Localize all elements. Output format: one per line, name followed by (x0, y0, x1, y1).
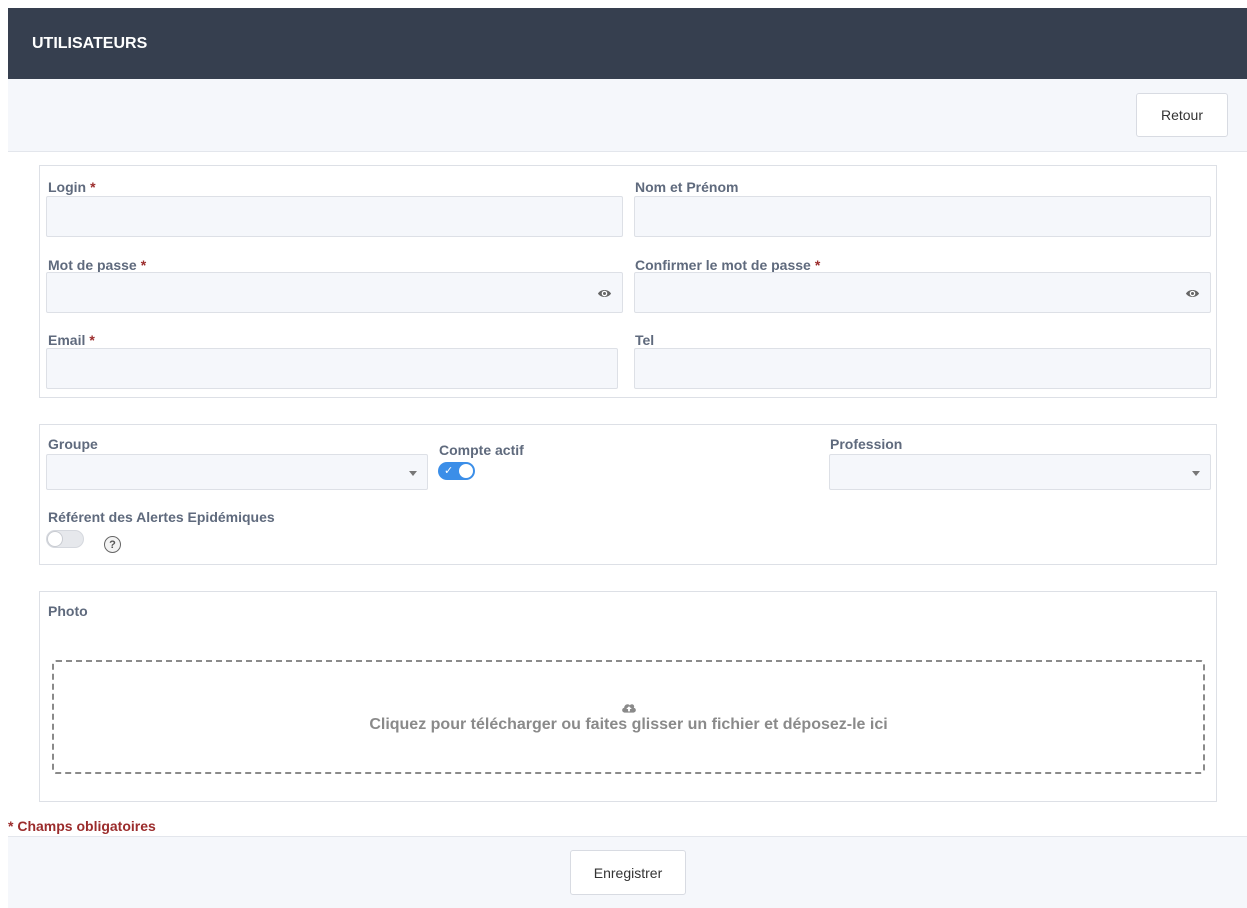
toggle-knob (458, 463, 474, 479)
save-button[interactable]: Enregistrer (570, 850, 686, 895)
confirm-password-input[interactable] (634, 272, 1211, 313)
photo-panel: Photo Cliquez pour télécharger ou faites… (39, 591, 1217, 802)
tel-input[interactable] (634, 348, 1211, 389)
check-icon: ✓ (444, 464, 454, 477)
toolbar: Retour (8, 79, 1247, 152)
password-input[interactable] (46, 272, 623, 313)
required-marker: * (814, 257, 821, 273)
chevron-down-icon (1192, 471, 1200, 476)
tel-label: Tel (635, 332, 655, 348)
profession-select[interactable] (829, 454, 1211, 490)
photo-dropzone[interactable]: Cliquez pour télécharger ou faites gliss… (52, 660, 1205, 774)
page-header: UTILISATEURS (8, 8, 1247, 79)
required-fields-note: * Champs obligatoires (8, 818, 156, 834)
back-button[interactable]: Retour (1136, 93, 1228, 137)
active-label: Compte actif (439, 442, 524, 458)
group-select[interactable] (46, 454, 428, 490)
profession-label: Profession (830, 436, 903, 452)
login-label: Login * (48, 179, 96, 195)
required-marker: * (90, 179, 96, 195)
dropzone-text: Cliquez pour télécharger ou faites gliss… (369, 716, 888, 733)
required-marker: * (89, 332, 95, 348)
referent-toggle[interactable] (46, 530, 84, 548)
settings-panel: Groupe Compte actif ✓ Profession Référen… (39, 424, 1217, 565)
cloud-upload-icon (621, 704, 636, 713)
password-label: Mot de passe * (48, 257, 147, 273)
group-label: Groupe (48, 436, 98, 452)
identity-panel: Login * Nom et Prénom Mot de passe * Confi… (39, 165, 1217, 398)
footer-bar: Enregistrer (8, 836, 1247, 908)
eye-icon[interactable] (1185, 286, 1200, 301)
help-icon[interactable]: ? (104, 536, 121, 553)
email-label: Email * (48, 332, 95, 348)
active-toggle[interactable]: ✓ (438, 462, 475, 480)
required-marker: * (140, 257, 147, 273)
confirm-password-label: Confirmer le mot de passe * (635, 257, 821, 273)
email-input[interactable] (46, 348, 618, 389)
eye-icon[interactable] (597, 286, 612, 301)
login-input[interactable] (46, 196, 623, 237)
chevron-down-icon (409, 471, 417, 476)
toggle-knob (47, 531, 63, 547)
fullname-input[interactable] (634, 196, 1211, 237)
page-title: UTILISATEURS (32, 34, 148, 52)
referent-label: Référent des Alertes Epidémiques (48, 509, 275, 525)
fullname-label: Nom et Prénom (635, 179, 739, 195)
photo-label: Photo (48, 603, 88, 619)
